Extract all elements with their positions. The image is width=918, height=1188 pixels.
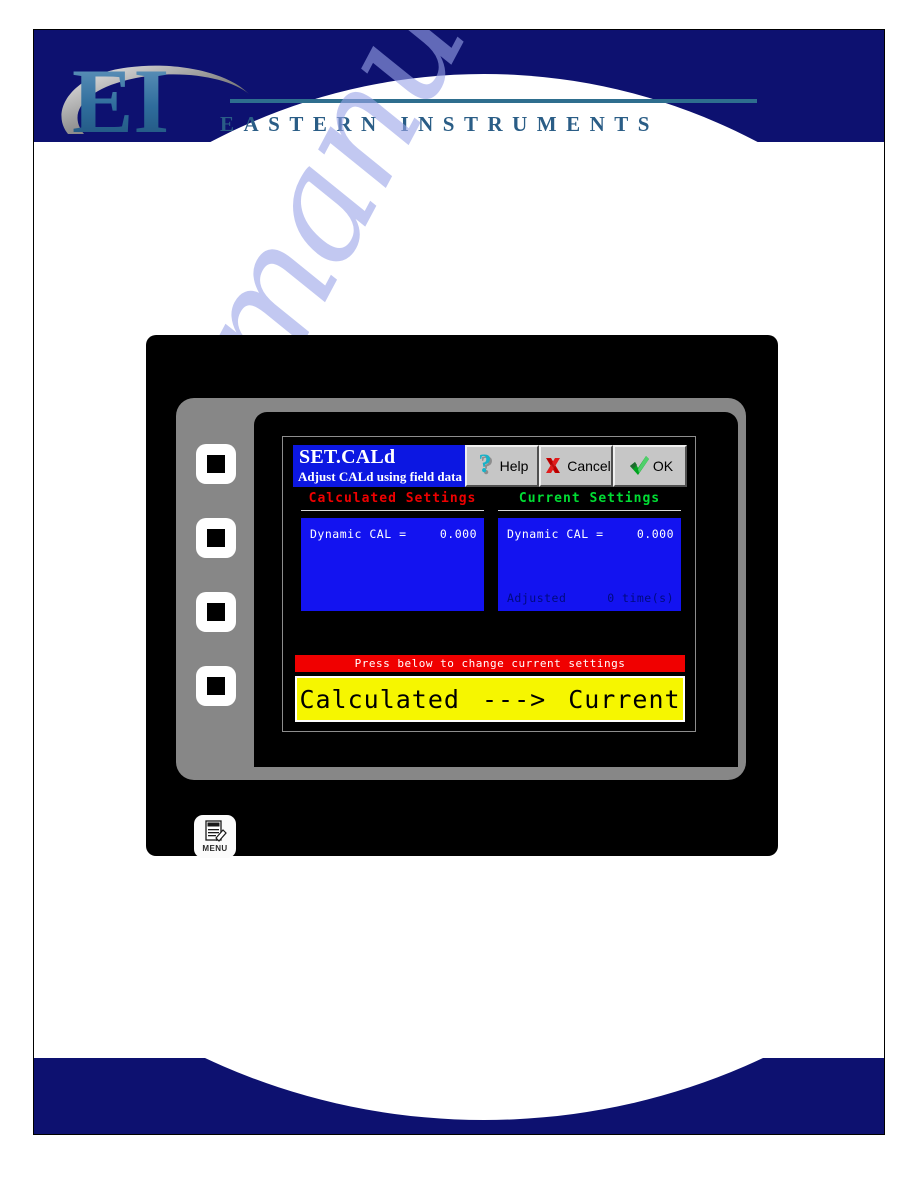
header-divider-rule xyxy=(230,99,757,103)
softkey-4-button[interactable] xyxy=(196,666,236,706)
action-right-text: Current xyxy=(568,684,681,714)
device-bezel: SET.CALd Adjust CALd using field data ? … xyxy=(176,398,746,780)
settings-panels: Calculated Settings Dynamic CAL = 0.000 xyxy=(293,487,687,651)
cancel-button-label: Cancel xyxy=(567,458,611,474)
cancel-button[interactable]: Cancel xyxy=(539,445,613,487)
company-name: EASTERN INSTRUMENTS xyxy=(220,112,659,136)
green-check-icon xyxy=(629,456,649,475)
current-dynamic-cal-value: 0.000 xyxy=(636,527,674,541)
action-arrow-icon: ---> xyxy=(481,684,547,714)
page-header: EI EASTERN INSTRUMENTS xyxy=(34,30,884,142)
screen-housing: SET.CALd Adjust CALd using field data ? … xyxy=(254,412,738,767)
menu-button[interactable]: MENU xyxy=(194,815,236,858)
current-value-box: Dynamic CAL = 0.000 Adjusted 0 time(s) xyxy=(498,518,681,611)
adjusted-count-row: Adjusted 0 time(s) xyxy=(507,591,674,605)
current-dynamic-cal-row: Dynamic CAL = 0.000 xyxy=(507,527,674,541)
adjusted-value: 0 time(s) xyxy=(607,591,674,605)
red-x-icon xyxy=(546,458,561,473)
current-heading-rule xyxy=(498,510,681,511)
current-settings-column: Current Settings Dynamic CAL = 0.000 Adj… xyxy=(492,487,687,611)
footer-swoosh-decoration xyxy=(34,1058,884,1120)
calculated-dynamic-cal-row: Dynamic CAL = 0.000 xyxy=(310,527,477,541)
ok-button-label: OK xyxy=(652,458,674,474)
svg-text:?: ? xyxy=(478,453,491,478)
adjusted-label: Adjusted xyxy=(507,591,567,605)
ok-button[interactable]: OK xyxy=(613,445,687,487)
help-button-label: Help xyxy=(499,458,529,474)
calculated-settings-column: Calculated Settings Dynamic CAL = 0.000 xyxy=(295,487,490,611)
page-subtitle: Adjust CALd using field data xyxy=(298,469,462,484)
calculated-dynamic-cal-label: Dynamic CAL = xyxy=(310,527,407,541)
titlebar-button-group: ? ? Help Cancel OK xyxy=(465,445,687,487)
svg-text:EI: EI xyxy=(72,50,169,142)
current-settings-heading: Current Settings xyxy=(518,491,661,506)
menu-button-label: MENU xyxy=(202,844,228,853)
screen-frame: SET.CALd Adjust CALd using field data ? … xyxy=(282,436,696,732)
document-page: EI EASTERN INSTRUMENTS manualzz.com SET.… xyxy=(33,29,885,1135)
action-left-text: Calculated xyxy=(299,684,460,714)
calculated-settings-heading: Calculated Settings xyxy=(308,491,477,506)
document-pencil-icon xyxy=(205,820,227,842)
page-footer xyxy=(34,1058,884,1134)
question-mark-icon: ? ? xyxy=(478,453,493,479)
calculated-to-current-button[interactable]: Calculated ---> Current xyxy=(295,676,685,722)
prompt-banner: Press below to change current settings xyxy=(295,655,685,672)
calculated-heading-rule xyxy=(301,510,484,511)
softkey-3-button[interactable] xyxy=(196,592,236,632)
softkey-1-button[interactable] xyxy=(196,444,236,484)
screen-titlebar: SET.CALd Adjust CALd using field data ? … xyxy=(293,445,687,487)
softkey-2-button[interactable] xyxy=(196,518,236,558)
instrument-device: SET.CALd Adjust CALd using field data ? … xyxy=(146,335,778,858)
page-title: SET.CALd xyxy=(299,446,396,468)
help-button[interactable]: ? ? Help xyxy=(465,445,539,487)
calculated-dynamic-cal-value: 0.000 xyxy=(439,527,477,541)
calculated-value-box: Dynamic CAL = 0.000 xyxy=(301,518,484,611)
lcd-display: SET.CALd Adjust CALd using field data ? … xyxy=(293,445,687,725)
current-dynamic-cal-label: Dynamic CAL = xyxy=(507,527,604,541)
